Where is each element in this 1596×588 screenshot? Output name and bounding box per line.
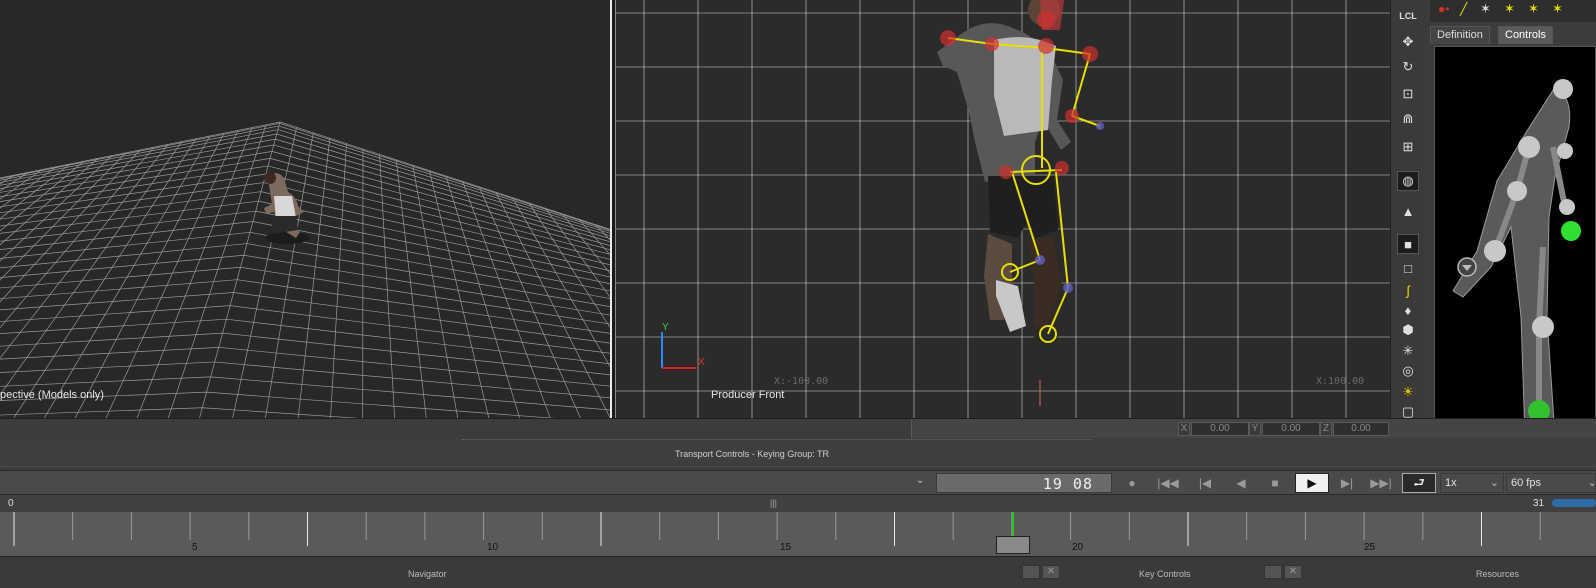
z-coord-tag: Z	[1320, 422, 1332, 436]
record-button[interactable]: ●	[1119, 473, 1145, 493]
range-end[interactable]: 31	[1533, 498, 1544, 509]
close-icon[interactable]: ✕	[1042, 565, 1060, 579]
tab-resources[interactable]: Resources	[1476, 569, 1519, 579]
ruler-max-label: X:100.00	[1316, 376, 1365, 387]
pin-icon[interactable]: ♦	[1397, 300, 1419, 320]
prev-key-button[interactable]: |◀	[1192, 473, 1218, 493]
chevron-down-icon[interactable]: ⌄	[916, 475, 924, 486]
chevron-down-icon: ⌄	[1587, 477, 1596, 489]
transport-header: Transport Controls - Keying Group: TR	[0, 438, 1596, 470]
rotate-icon[interactable]: ↻	[1397, 57, 1419, 77]
float-icon[interactable]	[1264, 565, 1282, 579]
tab-key-controls[interactable]: Key Controls	[1139, 569, 1191, 579]
ruler-min-label: X:-100.00	[774, 376, 829, 387]
timeline-ruler[interactable]: 5 10 15 20 25	[0, 512, 1596, 556]
go-end-button[interactable]: ▶▶|	[1368, 473, 1394, 493]
y-coord-field[interactable]: 0.00	[1262, 422, 1320, 436]
move-icon[interactable]: ✥	[1397, 32, 1419, 52]
scale-icon[interactable]: ⊡	[1397, 84, 1419, 104]
stop-button[interactable]: ■	[1262, 473, 1288, 493]
viewport-label: pective (Models only)	[0, 389, 104, 401]
curve-icon[interactable]: ∫	[1397, 280, 1419, 300]
star-icon[interactable]: ✳	[1397, 341, 1419, 361]
effector-icon[interactable]: ●•	[1438, 2, 1449, 16]
timeline-tick-label: 25	[1364, 542, 1376, 553]
sun-icon[interactable]: ☀	[1397, 382, 1419, 402]
axis-gizmo: Y X	[661, 322, 705, 369]
transport-controls: ⌄ 19 08 ● |◀◀ |◀ ◀ ■ ▶ ▶| ▶▶| ⮐ 1x ⌄ 60 …	[0, 470, 1596, 494]
figure-all-icon[interactable]: ✶	[1528, 1, 1539, 17]
timeline-tick-label: 20	[1072, 542, 1084, 553]
play-reverse-button[interactable]: ◀	[1228, 473, 1254, 493]
speed-dropdown[interactable]: 1x ⌄	[1440, 473, 1504, 493]
local-mode-button[interactable]: LCL	[1397, 6, 1419, 26]
panel-toolbar: ●• ╱ ✶ ✶ ✶ ✶	[1430, 0, 1596, 22]
zoom-slider[interactable]	[1552, 499, 1596, 507]
cube-solid-icon[interactable]: ■	[1397, 234, 1419, 254]
figure-icon[interactable]: ✶	[1480, 1, 1491, 17]
globe-icon[interactable]: ◍	[1397, 171, 1419, 191]
x-coord-field[interactable]: 0.00	[1191, 422, 1249, 436]
go-start-button[interactable]: |◀◀	[1155, 473, 1181, 493]
timeline-tick-label: 5	[192, 542, 198, 553]
tab-definition[interactable]: Definition	[1430, 26, 1490, 44]
z-coord-field[interactable]: 0.00	[1333, 422, 1389, 436]
range-start[interactable]: 0	[8, 498, 14, 509]
svg-text:Y: Y	[662, 322, 669, 333]
time-field[interactable]: 19 08	[936, 473, 1112, 493]
y-coord-tag: Y	[1249, 422, 1261, 436]
hexagon-icon[interactable]: ⬢	[1397, 320, 1419, 340]
range-handle[interactable]: |||	[770, 498, 777, 508]
tab-navigator[interactable]: Navigator	[408, 569, 447, 579]
viewport-perspective[interactable]: pective (Models only)	[0, 0, 612, 418]
chevron-down-icon: ⌄	[1489, 477, 1499, 489]
front-grid: Y X	[616, 0, 1390, 418]
x-coord-tag: X	[1178, 422, 1190, 436]
fps-dropdown[interactable]: 60 fps ⌄	[1506, 473, 1596, 493]
snap-icon[interactable]: ⊞	[1397, 137, 1419, 157]
playhead-handle[interactable]	[996, 536, 1030, 554]
cube-outline-icon[interactable]: □	[1397, 258, 1419, 278]
viewer-status-bar: X 0.00 Y 0.00 Z 0.00	[0, 418, 1596, 439]
timeline-tick-label: 10	[487, 542, 499, 553]
tab-controls[interactable]: Controls	[1498, 26, 1553, 44]
character-control-rig[interactable]	[1434, 46, 1596, 436]
next-key-button[interactable]: ▶|	[1334, 473, 1360, 493]
timeline-tick-label: 15	[780, 542, 792, 553]
svg-text:X: X	[698, 357, 705, 368]
gravity-icon[interactable]: ▲	[1397, 201, 1419, 221]
play-button[interactable]: ▶	[1295, 473, 1329, 493]
bottom-panel-tabs: Navigator ✕ Key Controls ✕ Resources	[0, 556, 1596, 588]
viewer-toolbar: LCL ✥ ↻ ⊡ ⋒ ⊞ ◍ ▲ ■ □ ∫ ♦ ⬢ ✳ ◎ ☀ ▢	[1390, 0, 1426, 432]
close-icon[interactable]: ✕	[1284, 565, 1302, 579]
viewport-label: Producer Front	[711, 389, 785, 401]
transport-title: Transport Controls - Keying Group: TR	[675, 449, 830, 459]
eye-icon[interactable]: ◎	[1397, 361, 1419, 381]
viewport-front[interactable]: Y X Producer Front X:-100.00 X:100.00	[616, 0, 1390, 418]
magnet-icon[interactable]: ⋒	[1397, 109, 1419, 129]
bone-icon[interactable]: ╱	[1460, 2, 1467, 16]
loop-icon[interactable]: ⮐	[1402, 473, 1436, 493]
float-icon[interactable]	[1022, 565, 1040, 579]
figure-select-icon[interactable]: ✶	[1504, 1, 1515, 17]
figure-pin-icon[interactable]: ✶	[1552, 1, 1563, 17]
timeline-range-bar[interactable]: 0 ||| 31	[0, 494, 1596, 512]
character-controls-panel: ●• ╱ ✶ ✶ ✶ ✶ Definition Controls	[1426, 0, 1596, 436]
perspective-grid	[0, 121, 612, 418]
